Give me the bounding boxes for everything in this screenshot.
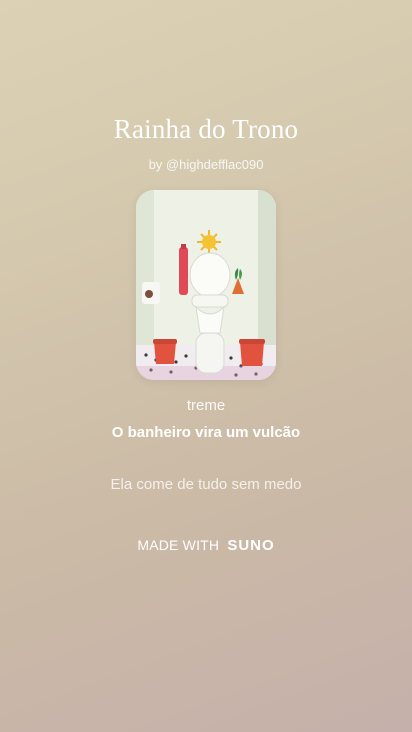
lyric-line-current: O banheiro vira um vulcão (111, 424, 301, 441)
cover-art (136, 190, 276, 380)
lyric-line-previous: treme (186, 397, 226, 414)
song-title: Rainha do Trono (113, 114, 299, 144)
artist-byline[interactable]: by @highdefflac090 (0, 157, 412, 172)
made-with-label: MADE WITH (137, 537, 220, 553)
made-with-suno[interactable]: MADE WITH SUNO (0, 537, 412, 554)
lyric-line-next: Ela come de tudo sem medo (110, 476, 302, 493)
suno-logo: SUNO (227, 537, 275, 554)
